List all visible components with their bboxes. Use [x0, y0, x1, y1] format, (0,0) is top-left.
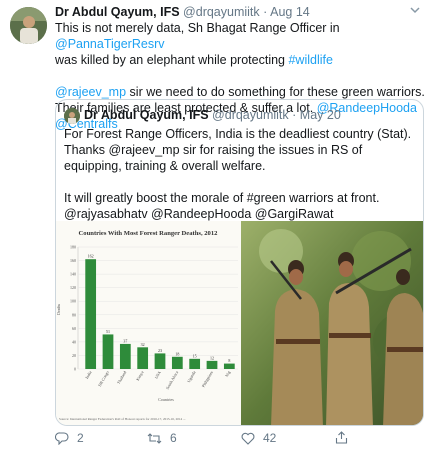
mention-link[interactable]: @PannaTigerResrv	[55, 37, 165, 51]
quoted-date: May 20	[299, 108, 341, 122]
quoted-author-avatar	[64, 108, 80, 124]
x-tick-label: DR Congo	[97, 370, 110, 387]
x-tick-label: Thailand	[116, 370, 127, 385]
y-tick-label: 80	[72, 312, 76, 317]
like-button[interactable]: 42	[241, 431, 276, 445]
x-tick-label: India	[84, 370, 93, 380]
bar-value-label: 8	[228, 358, 230, 363]
y-axis-label: Deaths	[56, 303, 61, 315]
bar	[171, 356, 183, 369]
tweet-text: This is not merely data, Sh Bhagat Range…	[55, 21, 340, 35]
bar	[154, 353, 166, 369]
author-handle[interactable]: @drqayumiitk	[183, 5, 260, 19]
y-tick-label: 180	[70, 245, 76, 250]
y-tick-label: 0	[74, 367, 76, 372]
mention-link[interactable]: @rajeev_mp	[55, 85, 126, 99]
reply-button[interactable]: 2	[55, 431, 84, 445]
heart-icon	[241, 432, 255, 445]
quoted-author-name: Dr Abdul Qayum, IFS	[84, 108, 209, 122]
author-avatar[interactable]	[10, 7, 47, 44]
like-count: 42	[263, 431, 277, 445]
bar-value-label: 37	[123, 338, 127, 343]
share-icon	[335, 431, 348, 444]
x-tick-label: Uganda	[186, 370, 197, 383]
tweet-date[interactable]: Aug 14	[270, 5, 310, 19]
share-button[interactable]	[335, 431, 348, 444]
bar	[206, 360, 218, 369]
retweet-icon	[147, 432, 162, 444]
hashtag-link[interactable]: #wildlife	[288, 53, 332, 67]
separator-dot: ·	[263, 5, 268, 19]
x-axis-label: Countries	[158, 397, 174, 402]
quoted-paragraph-2: It will greatly boost the morale of #gre…	[64, 191, 380, 221]
bar-value-label: 32	[141, 342, 145, 347]
y-tick-label: 140	[70, 272, 76, 277]
bar	[102, 334, 114, 369]
quoted-media[interactable]: Countries With Most Forest Ranger Deaths…	[56, 221, 423, 425]
y-tick-label: 20	[72, 353, 76, 358]
ranger-deaths-chart[interactable]: Countries With Most Forest Ranger Deaths…	[56, 221, 241, 425]
x-tick-label: Kenya	[135, 370, 145, 382]
chart-title: Countries With Most Forest Ranger Deaths…	[79, 230, 219, 237]
retweet-button[interactable]: 6	[147, 431, 177, 445]
chart-source: Source: International Ranger Federation'…	[59, 417, 186, 422]
separator-dot: ·	[292, 108, 297, 122]
reply-icon	[55, 431, 69, 445]
tweet-text: was killed by an elephant while protecti…	[55, 53, 289, 67]
bar	[189, 358, 201, 369]
y-tick-label: 160	[70, 258, 76, 263]
bar	[137, 347, 149, 369]
bar	[223, 363, 235, 369]
quoted-header: Dr Abdul Qayum, IFS @drqayumiitk · May 2…	[84, 107, 341, 123]
tweet-paragraph-1: This is not merely data, Sh Bhagat Range…	[55, 20, 425, 68]
author-name[interactable]: Dr Abdul Qayum, IFS	[55, 5, 180, 19]
reply-count: 2	[77, 431, 84, 445]
bar-value-label: 162	[88, 254, 94, 259]
x-tick-label: Philippines	[201, 370, 215, 388]
x-tick-label: USA	[154, 370, 162, 380]
chart-svg: Countries With Most Forest Ranger Deaths…	[56, 230, 238, 422]
quoted-author-handle: @drqayumiitk	[212, 108, 289, 122]
bar-value-label: 18	[175, 351, 179, 356]
tweet[interactable]: Dr Abdul Qayum, IFS @drqayumiitk · Aug 1…	[0, 0, 432, 450]
bar-value-label: 15	[193, 353, 197, 358]
y-tick-label: 60	[72, 326, 76, 331]
forest-guards-photo[interactable]	[241, 221, 423, 425]
chevron-down-icon[interactable]	[410, 6, 420, 17]
bar-value-label: 51	[106, 329, 110, 334]
y-tick-label: 40	[72, 339, 76, 344]
bar	[85, 259, 97, 369]
y-tick-label: 120	[70, 285, 76, 290]
quoted-tweet[interactable]: Dr Abdul Qayum, IFS @drqayumiitk · May 2…	[55, 99, 424, 426]
tweet-header: Dr Abdul Qayum, IFS @drqayumiitk · Aug 1…	[55, 4, 310, 20]
tweet-actions: 2 6 42	[55, 431, 425, 447]
x-tick-label: Nig	[224, 370, 231, 378]
quoted-body: For Forest Range Officers, India is the …	[64, 126, 416, 222]
y-tick-label: 100	[70, 299, 76, 304]
bar-value-label: 12	[210, 355, 214, 360]
bar-value-label: 23	[158, 348, 162, 353]
quoted-paragraph-1: For Forest Range Officers, India is the …	[64, 127, 412, 173]
retweet-count: 6	[170, 431, 177, 445]
bar	[119, 343, 131, 369]
x-tick-label: South Africa	[165, 370, 180, 390]
